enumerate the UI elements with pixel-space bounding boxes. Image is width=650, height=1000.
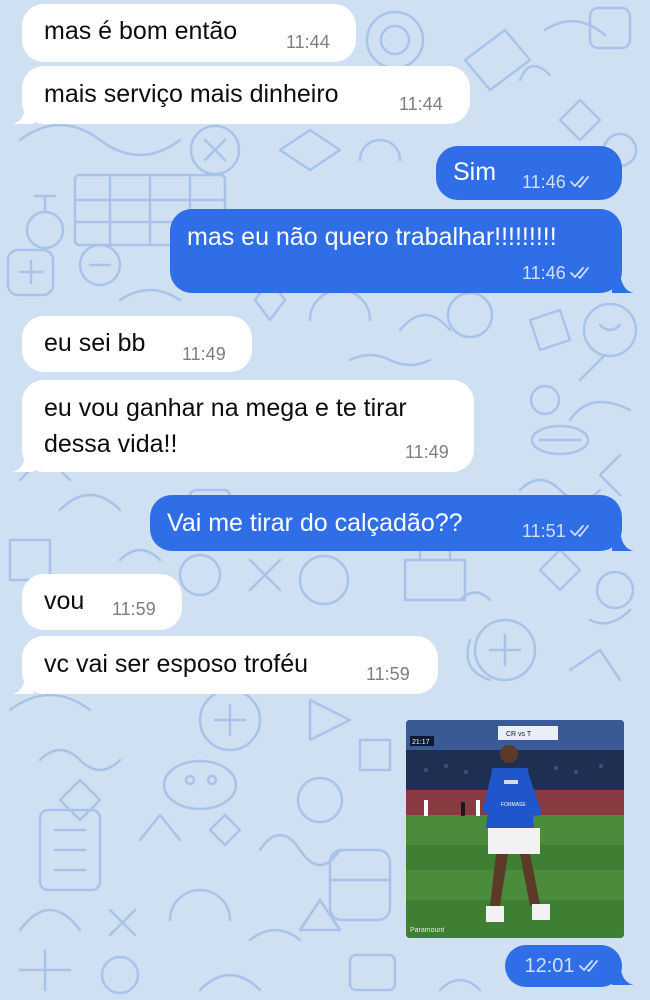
message-time: 11:49	[182, 344, 226, 364]
message-outgoing[interactable]: mas eu não quero trabalhar!!!!!!!!! 11:4…	[170, 209, 622, 293]
timestamp: 11:46	[522, 172, 566, 192]
timestamp: 11:59	[112, 599, 156, 619]
timestamp: 11:44	[399, 94, 443, 114]
message-text: vc vai ser esposo troféu	[44, 650, 309, 678]
timestamp: 11:46	[522, 263, 566, 283]
message-time: 11:59	[112, 599, 156, 619]
message-outgoing[interactable]: Vai me tirar do calçadão?? 11:51	[150, 495, 622, 551]
timestamp: 11:49	[405, 442, 449, 462]
message-text: mas é bom então	[44, 17, 238, 45]
timestamp: 11:44	[286, 32, 330, 52]
message-text: Vai me tirar do calçadão??	[167, 509, 463, 537]
timestamp: 11:51	[522, 521, 566, 541]
double-check-icon	[569, 176, 589, 188]
message-text: mas eu não quero trabalhar!!!!!!!!!	[187, 223, 557, 251]
message-incoming[interactable]: mas é bom então 11:44	[22, 4, 356, 62]
message-time: 11:49	[405, 442, 449, 462]
video-frame: 21:17 CR vs T FORMASE Paramount	[406, 720, 624, 938]
message-time: 12:01	[505, 945, 622, 987]
broadcast-clock: 21:17	[412, 739, 430, 746]
message-time: 11:46	[522, 263, 594, 283]
message-text: vou	[44, 587, 85, 615]
message-time: 11:59	[366, 664, 410, 684]
message-incoming[interactable]: eu vou ganhar na mega e te tirar dessa v…	[22, 380, 474, 472]
double-check-icon	[569, 267, 589, 279]
message-time: 11:46	[522, 172, 594, 192]
message-video-thumbnail[interactable]: 21:17 CR vs T FORMASE Paramount	[406, 720, 624, 938]
message-time: 11:44	[399, 94, 443, 114]
scoreboard: CR vs T	[506, 731, 532, 738]
broadcaster-watermark: Paramount	[410, 927, 444, 934]
message-outgoing[interactable]: Sim 11:46	[436, 146, 622, 200]
message-text: mais serviço mais dinheiro	[44, 80, 339, 108]
timestamp: 11:49	[182, 344, 226, 364]
message-text: eu sei bb	[44, 329, 146, 357]
message-time: 11:51	[522, 521, 594, 541]
message-incoming[interactable]: mais serviço mais dinheiro 11:44	[22, 66, 470, 124]
timestamp: 11:59	[366, 664, 410, 684]
message-text-line-1: eu vou ganhar na mega e te tirar	[44, 394, 407, 422]
message-text-line-2: dessa vida!!	[44, 430, 178, 458]
message-incoming[interactable]: vou 11:59	[22, 574, 182, 630]
jersey-sponsor: FORMASE	[501, 802, 526, 808]
double-check-icon	[578, 960, 598, 972]
message-text: Sim	[453, 158, 497, 186]
double-check-icon	[569, 525, 589, 537]
message-time: 11:44	[286, 32, 330, 52]
message-incoming[interactable]: vc vai ser esposo troféu 11:59	[22, 636, 438, 694]
timestamp: 12:01	[524, 955, 575, 977]
message-incoming[interactable]: eu sei bb 11:49	[22, 316, 252, 372]
